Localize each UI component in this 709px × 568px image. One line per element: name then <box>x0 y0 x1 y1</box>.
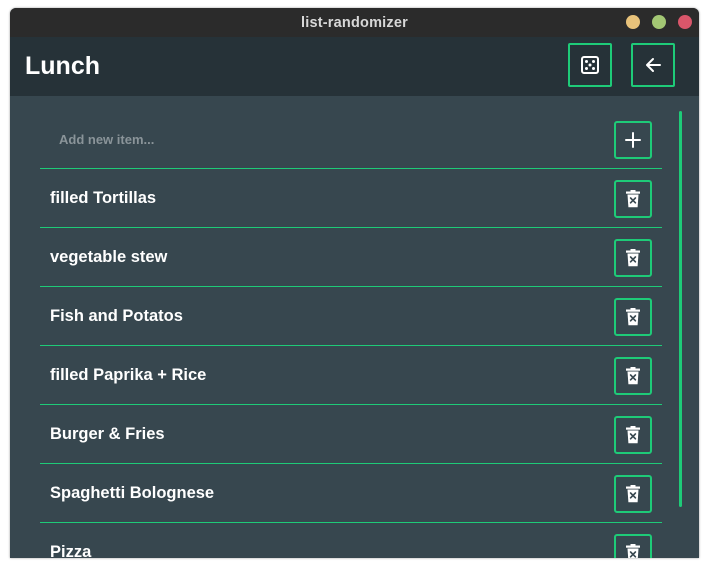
delete-item-button[interactable] <box>614 475 652 513</box>
back-button[interactable] <box>631 43 675 87</box>
list-item: Pizza <box>40 523 662 558</box>
trash-icon <box>626 308 640 326</box>
list-header: Lunch <box>10 37 699 96</box>
delete-item-button[interactable] <box>614 416 652 454</box>
delete-item-button[interactable] <box>614 239 652 277</box>
list-item: Fish and Potatos <box>40 287 662 346</box>
trash-icon <box>626 190 640 208</box>
list-item: Burger & Fries <box>40 405 662 464</box>
minimize-window-button[interactable] <box>626 15 640 29</box>
list-item-label: filled Tortillas <box>50 188 157 207</box>
trash-icon <box>626 485 640 503</box>
list-content: filled Tortillas vegetable stew Fish and P… <box>10 96 699 558</box>
dice-icon <box>581 56 599 74</box>
trash-icon <box>626 544 640 558</box>
window-title: list-randomizer <box>301 14 408 31</box>
add-item-button[interactable] <box>614 121 652 159</box>
randomize-button[interactable] <box>568 43 612 87</box>
new-item-row <box>40 110 662 169</box>
delete-item-button[interactable] <box>614 180 652 218</box>
list-title: Lunch <box>25 52 100 80</box>
app-window: list-randomizer Lunch Add new item... fi… <box>10 8 699 558</box>
list-item-label: Spaghetti Bolognese <box>50 483 215 502</box>
arrow-left-icon <box>646 58 661 72</box>
plus-icon <box>625 132 641 148</box>
delete-item-button[interactable] <box>614 357 652 395</box>
list-item-label: Pizza <box>50 542 92 559</box>
list-item: Spaghetti Bolognese <box>40 464 662 523</box>
list-item: filled Paprika + Rice <box>40 346 662 405</box>
delete-item-button[interactable] <box>614 298 652 336</box>
list-item-label: filled Paprika + Rice <box>50 365 207 384</box>
scrollbar[interactable] <box>679 111 682 507</box>
list-item-label: vegetable stew <box>50 247 168 266</box>
list-item-label: Burger & Fries <box>50 424 165 443</box>
window-titlebar[interactable]: list-randomizer <box>10 8 699 37</box>
trash-icon <box>626 249 640 267</box>
trash-icon <box>626 426 640 444</box>
delete-item-button[interactable] <box>614 534 652 558</box>
window-controls <box>626 15 692 29</box>
list-item: vegetable stew <box>40 228 662 287</box>
new-item-input[interactable] <box>57 130 581 148</box>
trash-icon <box>626 367 640 385</box>
list-item-label: Fish and Potatos <box>50 306 183 325</box>
close-window-button[interactable] <box>678 15 692 29</box>
maximize-window-button[interactable] <box>652 15 666 29</box>
list-item: filled Tortillas <box>40 169 662 228</box>
